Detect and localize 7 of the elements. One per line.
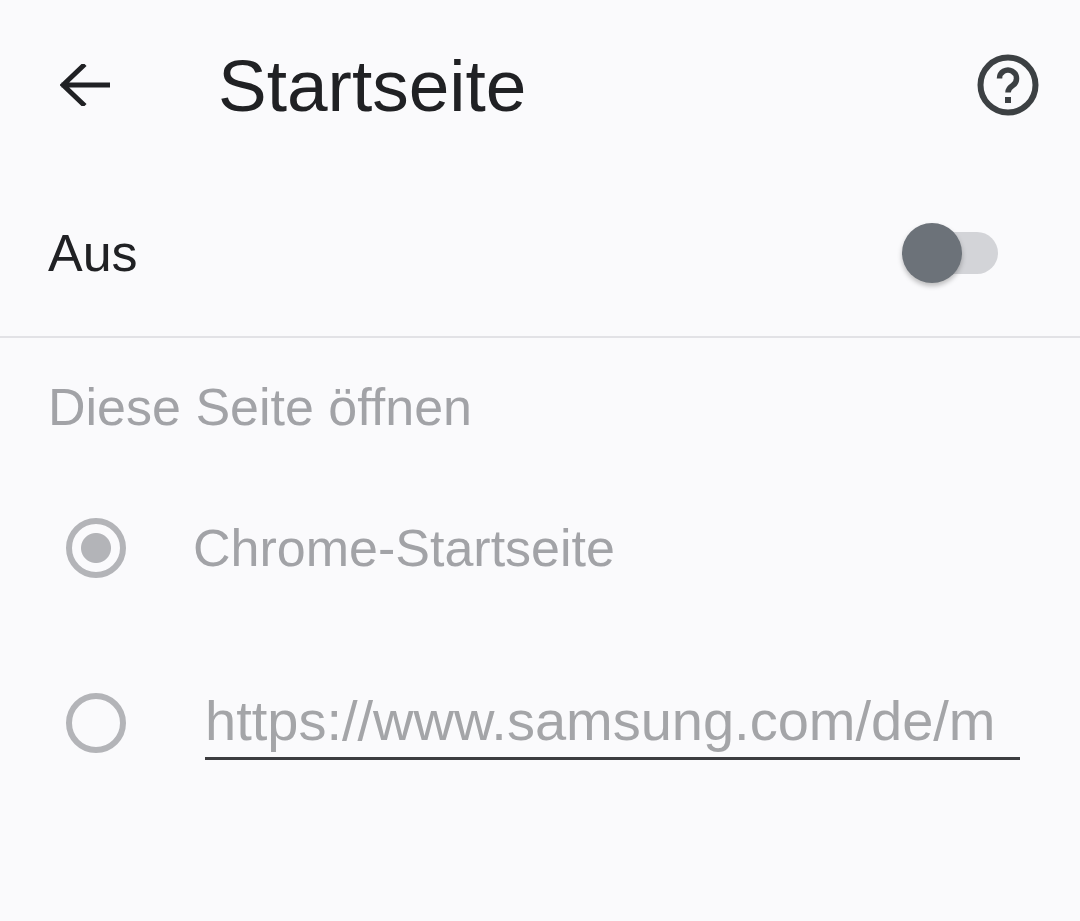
page-title: Startseite: [218, 48, 527, 122]
section-heading: Diese Seite öffnen: [48, 377, 472, 438]
option-label: Chrome-Startseite: [193, 521, 615, 574]
toggle-label: Aus: [48, 227, 138, 279]
toggle-switch[interactable]: [902, 222, 998, 284]
back-arrow-icon: [60, 64, 110, 106]
help-icon: [977, 54, 1039, 116]
